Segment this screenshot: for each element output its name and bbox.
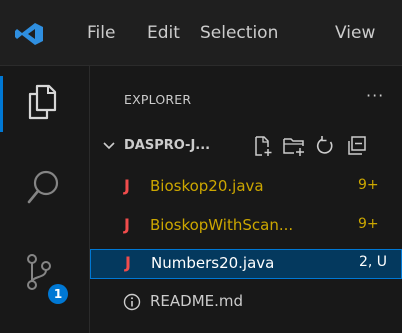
vscode-logo-icon[interactable]: [14, 22, 44, 46]
file-name: BioskopWithScan...: [150, 216, 294, 234]
explorer-files-icon[interactable]: [27, 84, 57, 120]
refresh-icon[interactable]: [314, 135, 336, 157]
source-control-badge: 1: [48, 284, 68, 304]
file-status: 9+: [358, 216, 379, 232]
file-name: Bioskop20.java: [150, 177, 264, 195]
file-item-bioskop20[interactable]: J Bioskop20.java 9+: [90, 172, 402, 202]
activity-bar: 1: [0, 66, 90, 333]
file-item-readme[interactable]: README.md: [90, 287, 402, 317]
explorer-title: EXPLORER: [124, 92, 192, 107]
file-name: README.md: [150, 292, 244, 310]
new-file-icon[interactable]: [252, 135, 274, 157]
new-folder-icon[interactable]: [282, 135, 306, 157]
menu-view[interactable]: View: [335, 23, 375, 43]
menu-selection[interactable]: Selection: [200, 23, 278, 43]
java-file-icon: J: [124, 176, 130, 195]
collapse-all-icon[interactable]: [346, 135, 368, 157]
explorer-sidebar: EXPLORER ··· DASPRO-J... J Bioskop20.jav…: [90, 66, 402, 333]
file-name: Numbers20.java: [151, 254, 275, 272]
search-icon[interactable]: [26, 169, 60, 209]
folder-name: DASPRO-J...: [124, 138, 211, 153]
folder-header[interactable]: DASPRO-J...: [90, 130, 402, 162]
active-indicator: [0, 76, 3, 132]
java-file-icon: J: [124, 215, 130, 234]
chevron-down-icon: [103, 142, 115, 150]
source-control-icon[interactable]: [24, 252, 54, 292]
title-bar: File Edit Selection View: [0, 0, 402, 66]
menu-file[interactable]: File: [87, 23, 115, 43]
java-file-icon: J: [125, 253, 131, 272]
file-status: 9+: [358, 177, 379, 193]
file-item-bioskopwithscanner[interactable]: J BioskopWithScan... 9+: [90, 211, 402, 241]
info-icon: [123, 293, 141, 311]
more-actions-button[interactable]: ···: [366, 86, 384, 105]
file-item-numbers20[interactable]: J Numbers20.java 2, U: [90, 249, 402, 279]
menu-edit[interactable]: Edit: [147, 23, 180, 43]
file-status: 2, U: [359, 254, 388, 270]
